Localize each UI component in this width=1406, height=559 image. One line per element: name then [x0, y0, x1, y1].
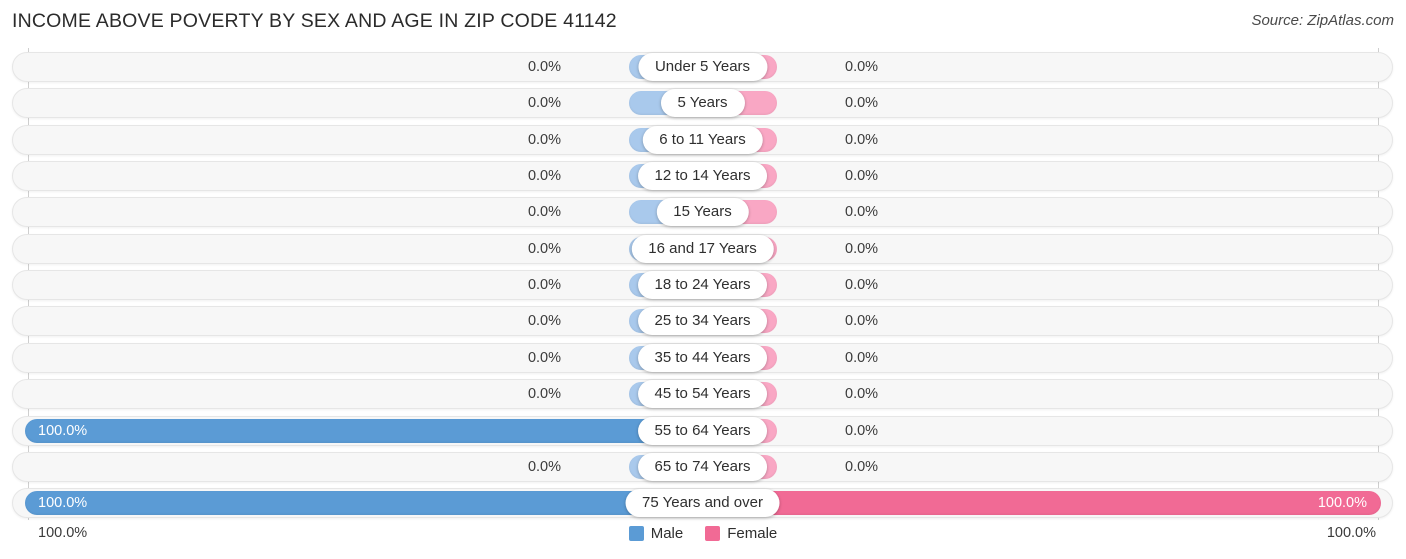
table-row[interactable]: 0.0% 0.0% Under 5 Years [12, 52, 1393, 82]
male-value-label: 0.0% [527, 458, 561, 475]
category-label-pill[interactable]: 65 to 74 Years [637, 452, 768, 481]
category-label-pill[interactable]: 5 Years [660, 89, 745, 118]
category-label-pill[interactable]: 18 to 24 Years [637, 271, 768, 300]
female-value-label: 0.0% [845, 95, 879, 112]
table-row[interactable]: 100.0% 100.0% 75 Years and over [12, 488, 1393, 519]
category-label-pill[interactable]: 6 to 11 Years [642, 125, 763, 154]
category-label-pill[interactable]: 35 to 44 Years [637, 343, 768, 372]
table-row[interactable]: 0.0% 0.0% 35 to 44 Years [12, 342, 1393, 373]
category-label-pill[interactable]: Under 5 Years [637, 53, 768, 81]
table-row[interactable]: 0.0% 0.0% 5 Years [12, 88, 1393, 119]
page-title: INCOME ABOVE POVERTY BY SEX AND AGE IN Z… [12, 10, 617, 32]
female-bar[interactable] [703, 491, 1381, 516]
male-value-label: 0.0% [527, 349, 561, 366]
male-bar[interactable] [25, 418, 703, 443]
table-row[interactable]: 0.0% 0.0% 16 and 17 Years [12, 233, 1393, 264]
category-label-pill[interactable]: 55 to 64 Years [637, 416, 768, 445]
male-value-label-inside: 100.0% [38, 422, 88, 439]
male-color-swatch-icon [628, 526, 644, 541]
category-label-pill[interactable]: 12 to 14 Years [637, 162, 768, 191]
male-value-label: 0.0% [527, 240, 561, 257]
female-value-label-inside: 100.0% [1317, 495, 1367, 512]
female-color-swatch-icon [705, 526, 721, 541]
chart-legend: Male Female [0, 525, 1406, 542]
table-row[interactable]: 0.0% 0.0% 12 to 14 Years [12, 161, 1393, 192]
table-row[interactable]: 0.0% 0.0% 65 to 74 Years [12, 451, 1393, 482]
male-value-label: 0.0% [527, 131, 561, 148]
female-value-label: 0.0% [845, 168, 879, 185]
legend-item-male[interactable]: Male [628, 525, 684, 542]
chart-header: INCOME ABOVE POVERTY BY SEX AND AGE IN Z… [0, 0, 1406, 40]
female-value-label: 0.0% [845, 313, 879, 330]
table-row[interactable]: 0.0% 0.0% 15 Years [12, 197, 1393, 228]
male-bar[interactable] [25, 491, 703, 516]
legend-label-male: Male [650, 525, 684, 542]
male-value-label: 0.0% [527, 168, 561, 185]
male-value-label-inside: 100.0% [38, 495, 88, 512]
female-value-label: 0.0% [845, 386, 879, 403]
female-value-label: 0.0% [845, 131, 879, 148]
table-row[interactable]: 100.0% 0.0% 55 to 64 Years [12, 415, 1393, 446]
table-row[interactable]: 0.0% 0.0% 45 to 54 Years [12, 379, 1393, 410]
category-label-pill[interactable]: 16 and 17 Years [631, 234, 774, 263]
male-value-label: 0.0% [527, 313, 561, 330]
category-label-pill[interactable]: 45 to 54 Years [637, 380, 768, 409]
male-value-label: 0.0% [527, 59, 561, 75]
category-label-pill[interactable]: 25 to 34 Years [637, 307, 768, 336]
table-row[interactable]: 0.0% 0.0% 6 to 11 Years [12, 124, 1393, 155]
legend-label-female: Female [727, 525, 778, 542]
female-value-label: 0.0% [845, 458, 879, 475]
category-label-pill[interactable]: 15 Years [656, 198, 749, 227]
female-value-label: 0.0% [845, 277, 879, 294]
chart-footer: 100.0% Male Female 100.0% [0, 521, 1406, 553]
male-value-label: 0.0% [527, 386, 561, 403]
legend-item-female[interactable]: Female [705, 525, 777, 542]
male-value-label: 0.0% [527, 277, 561, 294]
table-row[interactable]: 0.0% 0.0% 25 to 34 Years [12, 306, 1393, 337]
category-label-pill[interactable]: 75 Years and over [625, 489, 780, 518]
diverging-bar-chart: 0.0% 0.0% Under 5 Years 0.0% 0.0% 5 Years 0.0%… [0, 48, 1406, 520]
source-attribution: Source: ZipAtlas.com [1251, 12, 1394, 29]
female-value-label: 0.0% [845, 204, 879, 221]
axis-label-right: 100.0% [1326, 525, 1376, 541]
male-value-label: 0.0% [527, 95, 561, 112]
table-row[interactable]: 0.0% 0.0% 18 to 24 Years [12, 270, 1393, 301]
male-value-label: 0.0% [527, 204, 561, 221]
female-value-label: 0.0% [845, 422, 879, 439]
female-value-label: 0.0% [845, 349, 879, 366]
female-value-label: 0.0% [845, 59, 879, 75]
female-value-label: 0.0% [845, 240, 879, 257]
